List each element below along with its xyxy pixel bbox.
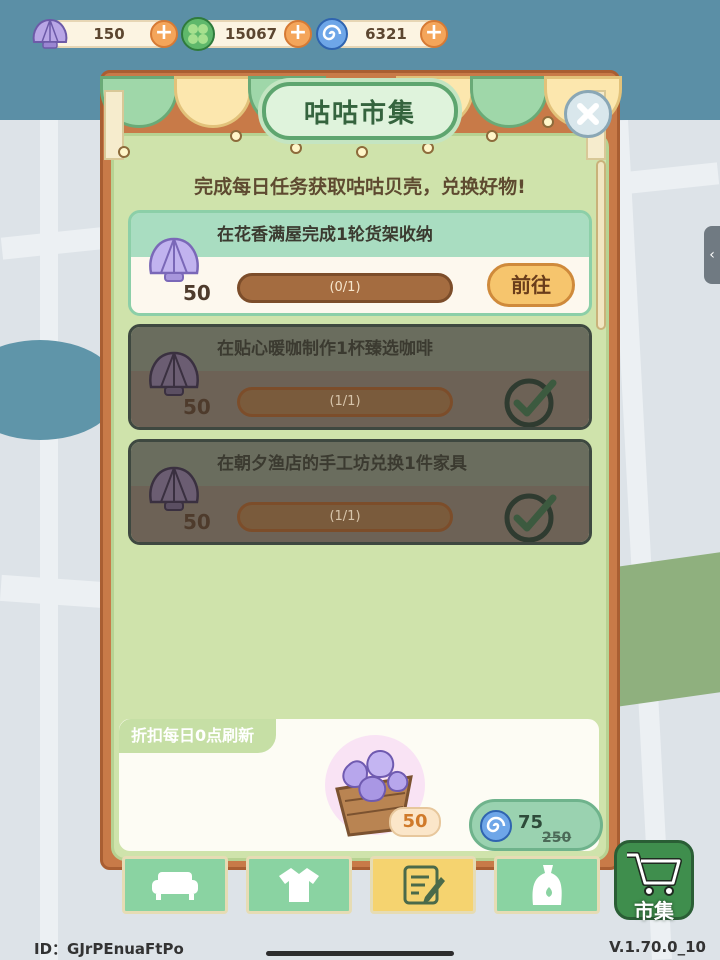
light-bulb — [422, 142, 434, 154]
light-bulb — [542, 116, 554, 128]
tab-items[interactable] — [494, 856, 600, 914]
home-indicator[interactable] — [266, 951, 454, 956]
market-button[interactable]: 市集 — [614, 840, 694, 923]
task-card: 在贴心暖咖制作1杯臻选咖啡 (1/1) 50 — [128, 324, 592, 430]
task-reward: 50 — [183, 510, 211, 534]
deal-quantity: 50 — [389, 807, 441, 837]
sofa-icon — [152, 872, 198, 900]
light-bulb — [118, 146, 130, 158]
close-button[interactable] — [564, 90, 612, 138]
task-card: 在朝夕渔店的手工坊兑换1件家具 (1/1) 50 — [128, 439, 592, 545]
version-label: V.1.70.0_10 — [609, 938, 706, 956]
cart-icon — [627, 852, 682, 896]
currency-shell: 150 + — [30, 16, 178, 52]
add-clover-button[interactable]: + — [284, 20, 312, 48]
light-bulb — [356, 146, 368, 158]
task-progress-bar: (0/1) — [237, 273, 453, 303]
light-bulb — [230, 130, 242, 142]
currency-swirl: 6321 + — [312, 16, 448, 52]
swirl-icon — [478, 808, 514, 848]
note-icon — [403, 865, 445, 905]
add-swirl-button[interactable]: + — [420, 20, 448, 48]
bottle-icon — [532, 865, 562, 905]
panel-title-sign: 咕咕市集 — [262, 82, 458, 140]
currency-clover: 15067 + — [178, 16, 312, 52]
tab-clothing[interactable] — [246, 856, 352, 914]
light-bulb — [290, 142, 302, 154]
clover-icon — [178, 16, 218, 52]
buy-button[interactable]: 75 250 — [469, 799, 603, 851]
player-id: ID：GJrPEnuaFtPo — [34, 940, 184, 958]
tab-furniture[interactable] — [122, 856, 228, 914]
side-expand-tab[interactable]: ‹ — [704, 226, 720, 284]
task-card: 在花香满屋完成1轮货架收纳 (0/1) 前往 50 — [128, 210, 592, 316]
panel-subtitle: 完成每日任务获取咕咕贝壳，兑换好物! — [194, 176, 526, 198]
task-reward: 50 — [183, 281, 211, 305]
task-progress-bar: (1/1) — [237, 387, 453, 417]
go-button[interactable]: 前往 — [487, 263, 575, 307]
close-icon — [577, 103, 599, 125]
task-progress-bar: (1/1) — [237, 502, 453, 532]
panel-title: 咕咕市集 — [303, 98, 416, 129]
light-bulb — [486, 130, 498, 142]
shirt-icon — [279, 868, 319, 902]
market-button-label: 市集 — [634, 899, 674, 923]
discount-tag: 折扣每日0点刷新 — [119, 719, 277, 753]
swirl-icon — [312, 16, 352, 52]
task-reward: 50 — [183, 395, 211, 419]
deal-price: 75 — [518, 812, 544, 833]
discount-deal: 折扣每日0点刷新 50 75 250 — [116, 716, 603, 854]
deal-original-price: 250 — [542, 830, 572, 846]
add-shell-button[interactable]: + — [150, 20, 178, 48]
tab-tasks[interactable] — [370, 856, 476, 914]
scrollbar[interactable] — [596, 160, 606, 330]
checkmark-icon — [503, 490, 559, 542]
checkmark-icon — [503, 375, 559, 427]
shell-icon — [30, 16, 70, 52]
